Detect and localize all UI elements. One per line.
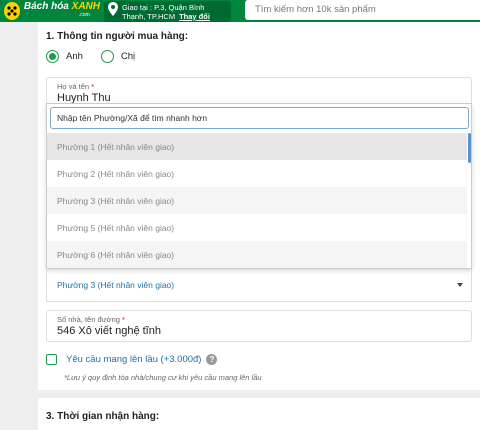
upstairs-label: Yêu cầu mang lên lầu (+3.000đ)	[66, 354, 202, 365]
buyer-section-title: 1. Thông tin người mua hàng:	[46, 31, 189, 42]
upstairs-note: *Lưu ý quy định tòa nhà/chung cư khi yêu…	[64, 373, 262, 382]
radio-anh[interactable]	[46, 50, 59, 63]
dropdown-scrollbar[interactable]	[468, 133, 471, 163]
logo-text-main: Bách hóa	[23, 1, 69, 12]
required-mark: *	[91, 82, 95, 91]
help-icon[interactable]: ?	[206, 354, 218, 365]
upstairs-checkbox[interactable]	[46, 354, 57, 365]
ward-dropdown: Nhập tên Phường/Xã để tìm nhanh hơn Phườ…	[46, 103, 472, 269]
caret-down-icon	[457, 283, 463, 287]
ward-option[interactable]: Phường 5 (Hết nhân viên giao)	[47, 214, 467, 241]
ward-select-value: Phường 3 (Hết nhân viên giao)	[57, 280, 175, 290]
location-pin-icon	[108, 2, 118, 21]
address-field[interactable]: Số nhà, tên đường * 546 Xô viết nghệ tĩn…	[46, 310, 472, 342]
gender-radio-group: Anh Chị	[46, 50, 153, 63]
required-mark: *	[122, 315, 125, 324]
logo-icon	[4, 2, 20, 20]
radio-chi[interactable]	[100, 50, 114, 63]
top-header: Bách hóa XANH .com Giao tại : P.3, Quận …	[0, 0, 480, 22]
location-line2: Thạnh, TP.HCM	[122, 11, 176, 21]
ward-options-list: Phường 1 (Hết nhân viên giao) Phường 2 (…	[47, 133, 467, 268]
radio-label-anh: Anh	[66, 51, 83, 62]
ward-option[interactable]: Phường 3 (Hết nhân viên giao)	[47, 187, 467, 214]
ward-option[interactable]: Phường 6 (Hết nhân viên giao)	[47, 241, 467, 268]
radio-label-chi: Chị	[120, 51, 136, 62]
ward-option[interactable]: Phường 2 (Hết nhân viên giao)	[47, 160, 467, 187]
ward-search-input[interactable]: Nhập tên Phường/Xã để tìm nhanh hơn	[50, 107, 469, 129]
change-location-link[interactable]: Thay đổi	[179, 12, 210, 21]
delivery-location[interactable]: Giao tại : P.3, Quận Bình Thạnh, TP.HCM T…	[104, 1, 231, 22]
address-label: Số nhà, tên đường	[57, 315, 120, 324]
location-line1: Giao tại : P.3, Quận Bình	[122, 2, 205, 12]
ward-select[interactable]: Phường 3 (Hết nhân viên giao)	[46, 269, 472, 302]
search-input[interactable]: Tìm kiếm hơn 10k sản phẩm	[245, 0, 480, 20]
name-label: Họ và tên	[57, 82, 90, 91]
logo-subtext: .com	[78, 12, 90, 18]
address-value: 546 Xô viết nghệ tĩnh	[57, 325, 161, 337]
logo[interactable]: Bách hóa XANH .com	[0, 0, 100, 22]
upstairs-option[interactable]: Yêu cầu mang lên lầu (+3.000đ) ?	[46, 354, 218, 365]
ward-option[interactable]: Phường 1 (Hết nhân viên giao)	[47, 133, 467, 160]
time-section-title: 3. Thời gian nhận hàng:	[46, 411, 160, 422]
